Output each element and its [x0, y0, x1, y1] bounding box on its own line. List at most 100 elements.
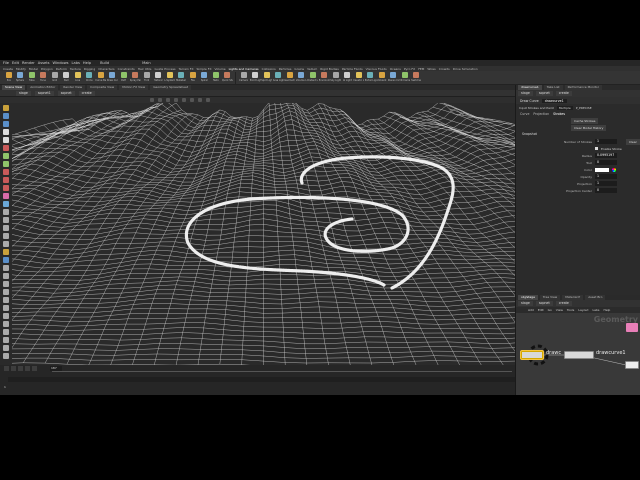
pose-icon[interactable]: [3, 145, 9, 151]
net-menu-labs[interactable]: Labs: [593, 308, 600, 312]
camera-icon[interactable]: [3, 177, 9, 183]
menu-help[interactable]: Help: [83, 61, 91, 65]
shelf-tab[interactable]: Hair Utils: [138, 67, 152, 71]
tool-icon[interactable]: [3, 249, 9, 255]
tool-icon[interactable]: [3, 353, 9, 359]
node-name-field[interactable]: drawcurve1: [541, 98, 567, 103]
shelf-tab[interactable]: Crowds: [439, 67, 450, 71]
breadcrumb-create[interactable]: create: [555, 91, 572, 96]
shelf-tool-button[interactable]: Path: [118, 71, 130, 82]
menu-labs[interactable]: Labs: [72, 61, 80, 65]
shelf-tool-button[interactable]: Null: [61, 71, 73, 82]
tool-icon[interactable]: [3, 329, 9, 335]
tool-icon[interactable]: [3, 265, 9, 271]
shelf-tab[interactable]: Model: [29, 67, 38, 71]
color-swatch[interactable]: [595, 167, 609, 172]
shelf-tab[interactable]: Deform: [56, 67, 67, 71]
shelf-tool-button[interactable]: Curve Bezier: [95, 71, 107, 82]
menu-assets[interactable]: Assets: [38, 61, 50, 65]
camera-icon[interactable]: [150, 98, 154, 102]
jump-start-icon[interactable]: [4, 366, 9, 371]
menu-edit[interactable]: Edit: [12, 61, 19, 65]
shading-icon[interactable]: [166, 98, 170, 102]
input-mode-select[interactable]: Multiple: [556, 105, 573, 110]
tool-icon[interactable]: [3, 273, 9, 279]
snapshot-section[interactable]: Snapshot: [516, 131, 640, 138]
shelf-tool-button[interactable]: Circle: [84, 71, 96, 82]
grid-icon[interactable]: [198, 98, 202, 102]
net-menu-help[interactable]: Help: [604, 308, 611, 312]
shelf-tab[interactable]: Grains: [294, 67, 304, 71]
shelf-tool-button[interactable]: Platonic: [153, 71, 165, 82]
tool-icon[interactable]: [3, 241, 9, 247]
net-menu-add[interactable]: Add: [528, 308, 534, 312]
net-menu-go[interactable]: Go: [548, 308, 552, 312]
tab-strokes[interactable]: Strokes: [553, 112, 565, 116]
shelf-tool-button[interactable]: GI Light: [342, 71, 354, 82]
shelf-tab[interactable]: Vellum: [307, 67, 317, 71]
paint-icon[interactable]: [3, 193, 9, 199]
shelf-tool-button[interactable]: Spot Light: [261, 71, 273, 82]
step-forward-icon[interactable]: [25, 366, 30, 371]
shelf-tab[interactable]: Wires: [427, 67, 435, 71]
shelf-tab[interactable]: Pyro FX: [404, 67, 415, 71]
context-selector[interactable]: Main: [142, 61, 151, 65]
shelf-tab[interactable]: Terrain FX: [179, 67, 194, 71]
view-icon[interactable]: [206, 98, 210, 102]
tool-icon[interactable]: [3, 345, 9, 351]
net-menu-layout[interactable]: Layout: [578, 308, 588, 312]
range-start[interactable]: 1: [4, 385, 6, 389]
shelf-tab[interactable]: Volume: [215, 67, 226, 71]
shelf-tool-button[interactable]: Portal Light: [365, 71, 377, 82]
shelf-tab[interactable]: Rigid Bodies: [320, 67, 339, 71]
timeline-ruler[interactable]: [52, 367, 512, 372]
shelf-tab[interactable]: Texture: [70, 67, 81, 71]
shelf-tool-button[interactable]: Torus: [38, 71, 50, 82]
scale-icon[interactable]: [3, 129, 9, 135]
desktop-selector[interactable]: Build: [100, 61, 109, 65]
shelf-tool-button[interactable]: Spiral: [199, 71, 211, 82]
display-options-icon[interactable]: [158, 98, 162, 102]
tool-icon[interactable]: [3, 297, 9, 303]
clear-strokes-button[interactable]: Clear: [626, 138, 640, 145]
breadcrumb-stage[interactable]: stage: [518, 301, 533, 306]
shelf-tab[interactable]: Particles: [279, 67, 292, 71]
tool-icon[interactable]: [3, 321, 9, 327]
menu-windows[interactable]: Windows: [52, 61, 68, 65]
shelf-tab[interactable]: Create: [3, 67, 13, 71]
shelf-tab[interactable]: FEM: [418, 67, 424, 71]
rotate-icon[interactable]: [3, 121, 9, 127]
tool-field[interactable]: 0: [595, 160, 617, 165]
network-canvas[interactable]: Geometry drawc drawcurve1: [516, 313, 640, 395]
shelf-tool-button[interactable]: Distant Light: [307, 71, 319, 82]
breadcrumb-stage[interactable]: stage: [518, 91, 533, 96]
shelf-tab[interactable]: Constraints: [118, 67, 135, 71]
tool-icon[interactable]: [3, 257, 9, 263]
node-pink[interactable]: [626, 323, 638, 332]
menu-file[interactable]: File: [3, 61, 9, 65]
move-icon[interactable]: [3, 113, 9, 119]
play-icon[interactable]: [18, 366, 23, 371]
net-menu-tools[interactable]: Tools: [567, 308, 574, 312]
breadcrumb-sopnet[interactable]: sopnet: [535, 91, 553, 96]
shelf-tab[interactable]: Particle Fluids: [342, 67, 363, 71]
measure-icon[interactable]: [3, 201, 9, 207]
snap-icon[interactable]: [3, 185, 9, 191]
shelf-tool-button[interactable]: L-System: [164, 71, 176, 82]
shelf-tool-button[interactable]: Environment Light: [319, 71, 331, 82]
sculpt-icon[interactable]: [3, 161, 9, 167]
shelf-tool-button[interactable]: Grid: [49, 71, 61, 82]
projection-field[interactable]: 1: [595, 181, 617, 186]
brush-icon[interactable]: [3, 153, 9, 159]
tab-curve[interactable]: Curve: [520, 112, 529, 116]
shelf-tool-button[interactable]: Sky Light: [330, 71, 342, 82]
jump-end-icon[interactable]: [32, 366, 37, 371]
tab-projection[interactable]: Projection: [533, 112, 549, 116]
tool-icon[interactable]: [3, 217, 9, 223]
shelf-tab[interactable]: Guide Process: [154, 67, 175, 71]
shelf-tool-button[interactable]: VR Camera: [399, 71, 411, 82]
shelf-tab[interactable]: Drive Simulation: [453, 67, 478, 71]
shelf-tool-button[interactable]: Box: [3, 71, 15, 82]
tool-icon[interactable]: [3, 209, 9, 215]
tab-performance-monitor[interactable]: Performance Monitor: [564, 85, 602, 90]
